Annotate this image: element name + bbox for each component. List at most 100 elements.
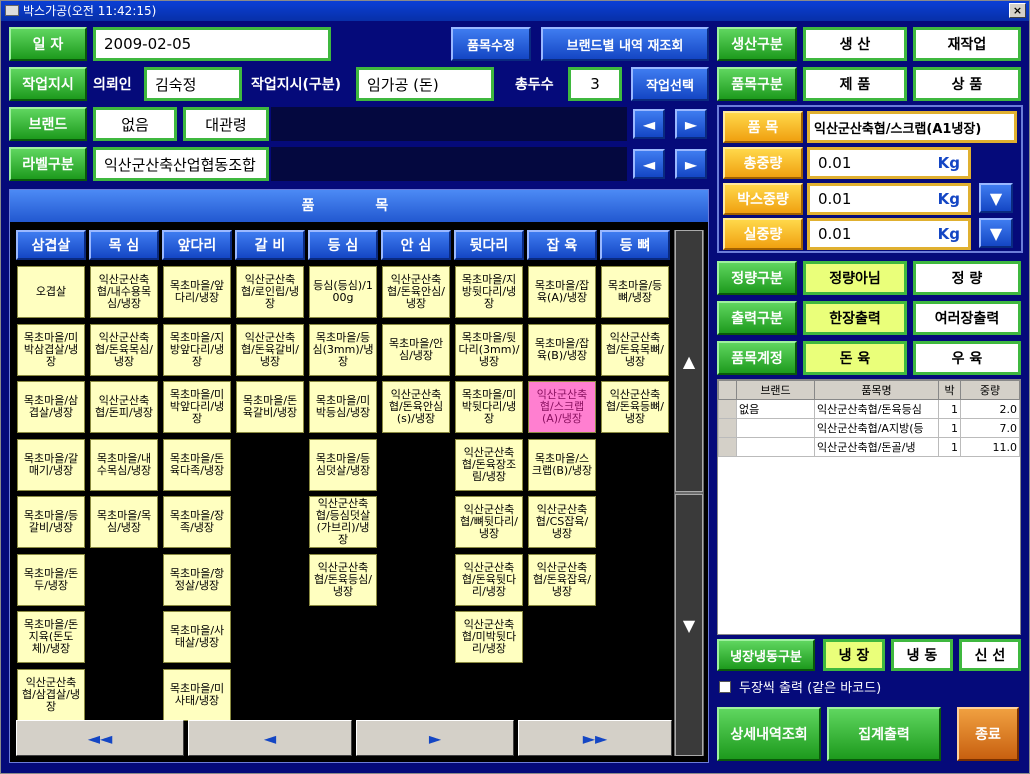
category-tab[interactable]: 등 심 xyxy=(308,230,378,260)
beef-option[interactable]: 우 육 xyxy=(913,341,1021,375)
double-print-checkbox[interactable]: 두장씩 출력 (같은 바코드) xyxy=(719,677,881,696)
item-tile[interactable]: 익산군산축협/돈육등심/냉장 xyxy=(309,553,377,606)
rework-option[interactable]: 재작업 xyxy=(913,27,1021,61)
product-option[interactable]: 제 품 xyxy=(803,67,907,101)
single-print-option[interactable]: 한장출력 xyxy=(803,301,907,335)
category-tab[interactable]: 안 심 xyxy=(381,230,451,260)
item-tile[interactable]: 오겹살 xyxy=(17,266,85,318)
category-tab[interactable]: 등 뼈 xyxy=(600,230,670,260)
item-tile[interactable]: 목초마을/사태살/냉장 xyxy=(163,611,231,663)
total-weight-field[interactable]: 0.01 Kg xyxy=(807,147,971,179)
net-weight-field[interactable]: 0.01 Kg xyxy=(807,218,971,250)
item-tile[interactable]: 목초마을/미사태/냉장 xyxy=(163,668,231,721)
summary-print-button[interactable]: 집계출력 xyxy=(827,707,941,761)
close-icon[interactable]: × xyxy=(1009,3,1026,18)
item-tile[interactable]: 익산군산축협/돈육갈비/냉장 xyxy=(236,323,304,376)
checkbox-icon[interactable] xyxy=(719,680,731,693)
item-tile[interactable]: 목초마을/갈매기/냉장 xyxy=(17,438,85,491)
item-scrollbar[interactable]: ▲ ▼ xyxy=(674,230,704,756)
item-tile[interactable]: 목초마을/미박뒷다리/냉장 xyxy=(455,381,523,433)
item-tile[interactable]: 목초마을/지방뒷다리/냉장 xyxy=(455,266,523,318)
item-tile[interactable]: 목초마을/등갈비/냉장 xyxy=(17,496,85,548)
item-tile[interactable]: 익산군산축협/돈육목심/냉장 xyxy=(90,323,158,376)
client-field[interactable]: 김숙정 xyxy=(144,67,242,101)
item-tile[interactable]: 목초마을/앞다리/냉장 xyxy=(163,266,231,318)
category-tab[interactable]: 뒷다리 xyxy=(454,230,524,260)
item-tile[interactable]: 목초마을/미박앞다리/냉장 xyxy=(163,381,231,433)
item-tile[interactable]: 목초마을/내수목심/냉장 xyxy=(90,438,158,491)
brand-field-2[interactable]: 대관령 xyxy=(183,107,269,141)
scroll-up-icon[interactable]: ▲ xyxy=(675,230,703,492)
exit-button[interactable]: 종료 xyxy=(957,707,1019,761)
category-tab[interactable]: 갈 비 xyxy=(235,230,305,260)
box-weight-field[interactable]: 0.01 Kg xyxy=(807,183,971,215)
item-tile[interactable]: 익산군산축협/돈육안심(s)/냉장 xyxy=(382,381,450,433)
date-field[interactable]: 2009-02-05 xyxy=(93,27,331,61)
item-tile[interactable]: 목초마을/등심덧살/냉장 xyxy=(309,438,377,491)
page-next-button[interactable]: ► xyxy=(356,720,514,756)
item-tile[interactable]: 목초마을/삼겹살/냉장 xyxy=(17,381,85,433)
work-select-button[interactable]: 작업선택 xyxy=(631,67,709,101)
item-tile[interactable]: 익산군산축협/돈육뒷다리/냉장 xyxy=(455,553,523,606)
chilled-option[interactable]: 냉 장 xyxy=(823,639,885,671)
table-row[interactable]: 없음 익산군산축협/돈육등심 1 2.0 xyxy=(718,399,1020,419)
brand-reload-button[interactable]: 브랜드별 내역 재조회 xyxy=(541,27,709,61)
item-tile[interactable]: 목초마을/등뼈/냉장 xyxy=(601,266,669,318)
item-tile[interactable]: 목초마을/안심/냉장 xyxy=(382,323,450,376)
box-weight-down-icon[interactable]: ▼ xyxy=(979,183,1013,213)
page-last-button[interactable]: ►► xyxy=(518,720,672,756)
category-tab[interactable]: 잡 육 xyxy=(527,230,597,260)
item-tile[interactable]: 익산군산축협/로인립/냉장 xyxy=(236,266,304,318)
item-tile[interactable]: 목초마을/미박삼겹살/냉장 xyxy=(17,323,85,376)
detail-grid[interactable]: 브랜드 품목명 박 중량 없음 익산군산축협/돈육등심 1 2.0 익산군산축협/A지방… xyxy=(717,379,1021,635)
item-tile[interactable]: 목초마을/잡육(B)/냉장 xyxy=(528,323,596,376)
item-tile[interactable]: 익산군산축협/돈육장조림/냉장 xyxy=(455,438,523,491)
brand-prev-icon[interactable]: ◄ xyxy=(633,109,665,139)
item-tile[interactable]: 익산군산축협/내수용목심/냉장 xyxy=(90,266,158,318)
item-tile[interactable]: 목초마을/스크랩(B)/냉장 xyxy=(528,438,596,491)
frozen-option[interactable]: 냉 동 xyxy=(891,639,953,671)
item-tile[interactable]: 목초마을/등심(3mm)/냉장 xyxy=(309,323,377,376)
item-tile[interactable]: 목초마을/뒷다리(3mm)/냉장 xyxy=(455,323,523,376)
detail-view-button[interactable]: 상세내역조회 xyxy=(717,707,821,761)
item-tile[interactable]: 목초마을/돈육갈비/냉장 xyxy=(236,381,304,433)
item-tile[interactable]: 목초마을/돈두/냉장 xyxy=(17,553,85,606)
item-tile[interactable]: 익산군산축협/스크랩(A)/냉장 xyxy=(528,381,596,433)
item-tile[interactable]: 익산군산축협/돈육등뼈/냉장 xyxy=(601,381,669,433)
category-tab[interactable]: 앞다리 xyxy=(162,230,232,260)
page-first-button[interactable]: ◄◄ xyxy=(16,720,184,756)
fresh-option[interactable]: 신 선 xyxy=(959,639,1021,671)
item-tile[interactable]: 목초마을/잡육(A)/냉장 xyxy=(528,266,596,318)
multi-print-option[interactable]: 여러장출력 xyxy=(913,301,1021,335)
item-tile[interactable]: 익산군산축협/뼈뒷다리/냉장 xyxy=(455,496,523,548)
category-tab[interactable]: 삼겹살 xyxy=(16,230,86,260)
item-tile[interactable]: 익산군산축협/미박뒷다리/냉장 xyxy=(455,611,523,663)
total-heads-field[interactable]: 3 xyxy=(568,67,622,101)
item-tile[interactable]: 익산군산축협/돈육목뼈/냉장 xyxy=(601,323,669,376)
item-tile[interactable]: 등심(등심)/100g xyxy=(309,266,377,318)
item-tile[interactable]: 익산군산축협/등심덧살(가브리)/냉장 xyxy=(309,496,377,548)
pork-option[interactable]: 돈 육 xyxy=(803,341,907,375)
item-tile[interactable]: 익산군산축협/돈피/냉장 xyxy=(90,381,158,433)
not-fixed-option[interactable]: 정량아님 xyxy=(803,261,907,295)
item-tile[interactable]: 목초마을/목심/냉장 xyxy=(90,496,158,548)
brand-next-icon[interactable]: ► xyxy=(675,109,707,139)
item-tile[interactable]: 익산군산축협/돈육잡육/냉장 xyxy=(528,553,596,606)
label-type-field[interactable]: 익산군산축산업협동조합 xyxy=(93,147,269,181)
scroll-down-icon[interactable]: ▼ xyxy=(675,494,703,756)
table-row[interactable]: 익산군산축협/A지방(등 1 7.0 xyxy=(718,418,1020,438)
goods-option[interactable]: 상 품 xyxy=(913,67,1021,101)
table-row[interactable]: 익산군산축협/돈골/냉 1 11.0 xyxy=(718,437,1020,457)
item-tile[interactable]: 목초마을/미박등심/냉장 xyxy=(309,381,377,433)
page-prev-button[interactable]: ◄ xyxy=(188,720,352,756)
item-tile[interactable]: 익산군산축협/삼겹살/냉장 xyxy=(17,668,85,721)
label-next-icon[interactable]: ► xyxy=(675,149,707,179)
production-option[interactable]: 생 산 xyxy=(803,27,907,61)
category-tab[interactable]: 목 심 xyxy=(89,230,159,260)
item-tile[interactable]: 익산군산축협/돈육안심/냉장 xyxy=(382,266,450,318)
fixed-option[interactable]: 정 량 xyxy=(913,261,1021,295)
edit-item-button[interactable]: 품목수정 xyxy=(451,27,531,61)
label-prev-icon[interactable]: ◄ xyxy=(633,149,665,179)
brand-field[interactable]: 없음 xyxy=(93,107,177,141)
item-tile[interactable]: 목초마을/장족/냉장 xyxy=(163,496,231,548)
